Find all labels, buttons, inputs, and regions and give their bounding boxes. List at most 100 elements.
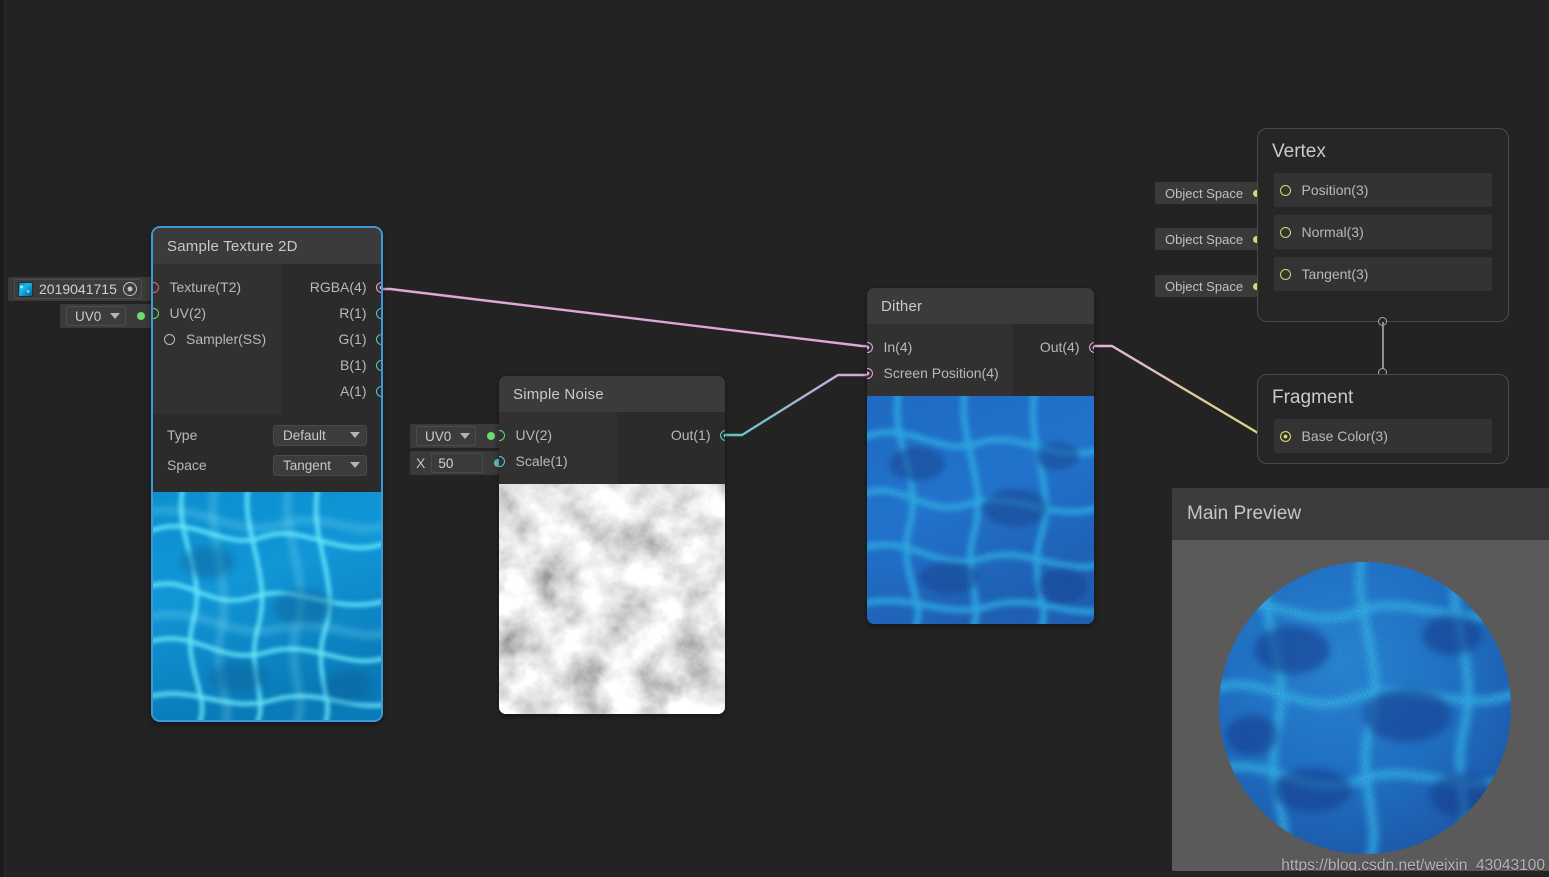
master-node-vertex[interactable]: Vertex Position(3) Normal(3) Tangent(3) xyxy=(1257,128,1509,322)
main-preview-title: Main Preview xyxy=(1172,488,1549,540)
output-ports-sample-texture-2d: RGBA(4) R(1) G(1) B(1) A(1) xyxy=(281,264,381,414)
port-label-r-1: R(1) xyxy=(339,305,367,321)
port-label-noise-out-1: Out(1) xyxy=(670,427,711,443)
port-dot-texture-t2[interactable] xyxy=(153,281,159,293)
preview-dither xyxy=(867,396,1094,624)
main-preview-panel[interactable]: Main Preview https://blog.csdn.net/weixi… xyxy=(1172,488,1549,871)
port-dither-out-4[interactable]: Out(4) xyxy=(1040,334,1094,360)
port-dither-screen-position-4[interactable]: Screen Position(4) xyxy=(867,360,999,386)
master-slot-tangent[interactable]: Tangent(3) xyxy=(1274,257,1492,291)
main-preview-body[interactable]: https://blog.csdn.net/weixin_43043100 xyxy=(1172,540,1549,871)
port-label-sampler-ss: Sampler(SS) xyxy=(186,331,267,347)
port-dot-g-1[interactable] xyxy=(375,333,381,345)
node-sample-texture-2d[interactable]: Sample Texture 2D Texture(T2) UV(2) Samp… xyxy=(151,226,383,722)
uv-property-dropdown[interactable]: UV0 xyxy=(66,306,127,326)
master-slot-label-normal: Normal(3) xyxy=(1301,224,1364,240)
port-noise-uv-2[interactable]: UV(2) xyxy=(499,422,603,448)
port-label-texture-t2: Texture(T2) xyxy=(169,279,242,295)
master-slot-normal[interactable]: Normal(3) xyxy=(1274,215,1492,249)
port-noise-scale-1[interactable]: Scale(1) xyxy=(499,448,603,474)
ports-sample-texture-2d: Texture(T2) UV(2) Sampler(SS) RGBA(4) R(… xyxy=(153,264,381,414)
space-label-position: Object Space xyxy=(1165,185,1244,201)
node-title-dither: Dither xyxy=(867,288,1094,324)
noise-scale-property-chip[interactable]: X 50 xyxy=(410,451,509,475)
master-title-vertex: Vertex xyxy=(1272,141,1326,162)
port-sampler-ss[interactable]: Sampler(SS) xyxy=(153,326,267,352)
port-rgba-4[interactable]: RGBA(4) xyxy=(310,274,381,300)
port-g-1[interactable]: G(1) xyxy=(339,326,381,352)
master-slot-label-tangent: Tangent(3) xyxy=(1301,266,1369,282)
port-label-dither-screen-position-4: Screen Position(4) xyxy=(883,365,999,381)
ports-dither: In(4) Screen Position(4) Out(4) xyxy=(867,324,1094,396)
chevron-down-icon xyxy=(460,433,471,439)
port-dot-a-1[interactable] xyxy=(375,385,381,397)
noise-uv-dropdown[interactable]: UV0 xyxy=(416,426,477,446)
master-connector-line xyxy=(1382,322,1384,372)
port-dot-r-1[interactable] xyxy=(375,307,381,319)
output-ports-dither: Out(4) xyxy=(1012,324,1094,396)
main-preview-watermark: https://blog.csdn.net/weixin_43043100 xyxy=(1281,857,1545,871)
space-chip-normal[interactable]: Object Space xyxy=(1155,228,1269,250)
node-title-simple-noise: Simple Noise xyxy=(499,376,725,412)
port-dot-tangent-3[interactable] xyxy=(1279,268,1291,280)
space-chip-position[interactable]: Object Space xyxy=(1155,182,1269,204)
setting-label-type: Type xyxy=(167,427,198,443)
master-node-fragment[interactable]: Fragment Base Color(3) xyxy=(1257,374,1509,464)
port-dot-noise-scale-1[interactable] xyxy=(499,455,505,467)
noise-uv-port[interactable] xyxy=(487,432,496,440)
port-label-rgba-4: RGBA(4) xyxy=(309,279,367,295)
port-dot-noise-out-1[interactable] xyxy=(719,429,725,441)
port-dot-normal-3[interactable] xyxy=(1279,226,1291,238)
port-label-dither-out-4: Out(4) xyxy=(1039,339,1080,355)
port-dot-rgba-4[interactable] xyxy=(375,281,381,293)
noise-uv-value: UV0 xyxy=(425,428,452,444)
port-r-1[interactable]: R(1) xyxy=(339,300,381,326)
port-dot-dither-in-4[interactable] xyxy=(867,341,873,353)
port-dot-noise-uv-2[interactable] xyxy=(499,429,505,441)
input-ports-simple-noise: UV(2) Scale(1) xyxy=(499,412,617,484)
main-preview-sphere xyxy=(1172,540,1549,871)
port-b-1[interactable]: B(1) xyxy=(340,352,381,378)
noise-scale-input[interactable]: 50 xyxy=(431,453,484,473)
input-ports-dither: In(4) Screen Position(4) xyxy=(867,324,1013,396)
node-dither[interactable]: Dither In(4) Screen Position(4) Out(4) xyxy=(867,288,1094,624)
port-label-uv-2: UV(2) xyxy=(169,305,207,321)
node-simple-noise[interactable]: Simple Noise UV(2) Scale(1) Out(1) xyxy=(499,376,725,714)
left-gutter xyxy=(0,0,5,877)
chevron-down-icon xyxy=(350,432,360,438)
port-label-noise-uv-2: UV(2) xyxy=(515,427,553,443)
port-texture-t2[interactable]: Texture(T2) xyxy=(153,274,267,300)
master-slot-base-color[interactable]: Base Color(3) xyxy=(1274,419,1492,453)
texture-thumbnail-icon xyxy=(18,281,33,297)
port-a-1[interactable]: A(1) xyxy=(340,378,381,404)
setting-dropdown-type[interactable]: Default xyxy=(273,424,367,446)
port-dot-b-1[interactable] xyxy=(375,359,381,371)
uv-property-value: UV0 xyxy=(75,308,102,324)
port-dot-position-3[interactable] xyxy=(1279,184,1291,196)
master-slot-position[interactable]: Position(3) xyxy=(1274,173,1492,207)
uv-property-chip[interactable]: UV0 xyxy=(60,304,152,328)
setting-dropdown-space[interactable]: Tangent xyxy=(273,454,367,476)
port-dither-in-4[interactable]: In(4) xyxy=(867,334,999,360)
port-dot-dither-out-4[interactable] xyxy=(1088,341,1094,353)
port-dot-dither-screen-position-4[interactable] xyxy=(867,367,873,379)
port-label-noise-scale-1: Scale(1) xyxy=(515,453,568,469)
space-label-tangent: Object Space xyxy=(1165,278,1244,294)
space-label-normal: Object Space xyxy=(1165,231,1244,247)
ports-simple-noise: UV(2) Scale(1) Out(1) xyxy=(499,412,725,484)
port-dot-base-color-3[interactable] xyxy=(1279,430,1291,442)
node-title-sample-texture-2d: Sample Texture 2D xyxy=(153,228,381,264)
port-dot-sampler-ss[interactable] xyxy=(164,333,175,345)
target-picker-icon[interactable] xyxy=(122,282,137,296)
texture-property-field[interactable]: 2019041715 xyxy=(14,279,142,299)
port-noise-out-1[interactable]: Out(1) xyxy=(671,422,725,448)
uv-property-port[interactable] xyxy=(137,312,146,320)
noise-scale-axis-label: X xyxy=(416,455,426,471)
texture-property-chip[interactable]: 2019041715 xyxy=(8,277,167,301)
space-chip-tangent[interactable]: Object Space xyxy=(1155,275,1269,297)
port-uv-2[interactable]: UV(2) xyxy=(153,300,267,326)
master-slot-label-base-color: Base Color(3) xyxy=(1301,428,1388,444)
port-dot-uv-2[interactable] xyxy=(153,307,159,319)
noise-uv-property-chip[interactable]: UV0 xyxy=(410,424,502,448)
port-label-dither-in-4: In(4) xyxy=(883,339,913,355)
